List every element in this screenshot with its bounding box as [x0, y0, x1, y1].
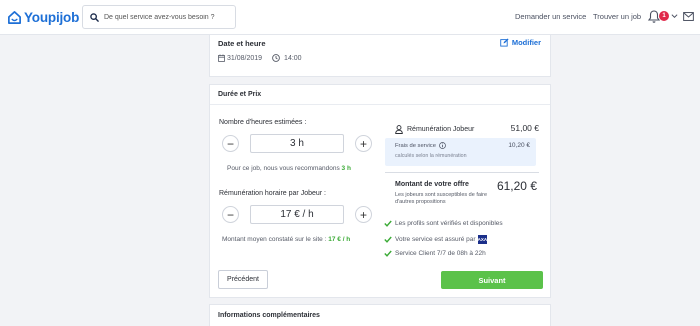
- calendar-icon: [218, 54, 225, 62]
- hours-hint-text: Pour ce job, nous vous recommandons: [227, 165, 340, 172]
- check-icon: [384, 236, 392, 243]
- edit-icon: [500, 38, 509, 47]
- rate-hint-text: Montant moyen constaté sur le site :: [222, 236, 327, 243]
- remuneration-row: Rémunération Jobeur 51,00 €: [395, 123, 539, 135]
- rate-label: Rémunération horaire par Jobeur :: [219, 190, 327, 197]
- logo-text: Youpijob: [24, 9, 80, 25]
- remuneration-label: Rémunération Jobeur: [407, 125, 475, 133]
- mail-icon[interactable]: [683, 12, 694, 21]
- hours-hint-value: 3 h: [341, 165, 351, 172]
- offer-label: Montant de votre offre: [395, 181, 469, 188]
- logo[interactable]: Youpijob: [7, 8, 79, 26]
- check-text-insurance: Votre service est assuré par: [395, 236, 476, 243]
- rate-decrement-button[interactable]: −: [222, 206, 239, 223]
- check-text-profiles: Les profils sont vérifiés et disponibles: [395, 220, 503, 227]
- service-fees-box: Frais de service calculés selon la rémun…: [385, 138, 536, 166]
- next-button[interactable]: Suivant: [441, 271, 543, 289]
- rate-value-field[interactable]: 17 € / h: [250, 205, 344, 224]
- search-box[interactable]: [82, 5, 236, 29]
- edit-date-button[interactable]: Modifier: [500, 38, 541, 47]
- check-item-profiles: Les profils sont vérifiés et disponibles: [384, 220, 503, 227]
- hours-label: Nombre d'heures estimées :: [219, 119, 307, 126]
- check-icon: [384, 250, 392, 257]
- nav-request-service[interactable]: Demander un service: [515, 12, 586, 21]
- chevron-down-icon[interactable]: [671, 12, 678, 20]
- service-fees-amount: 10,20 €: [508, 142, 530, 149]
- hours-increment-button[interactable]: +: [355, 135, 372, 152]
- notification-badge: 1: [659, 11, 669, 21]
- check-item-insurance: Votre service est assuré par AXA: [384, 235, 487, 244]
- additional-info-title: Informations complémentaires: [218, 312, 320, 319]
- offer-sub: Les jobeurs sont susceptibles de faire d…: [395, 192, 488, 205]
- date-time-card: Date et heure Modifier 31/08/2019 14:00: [209, 35, 551, 77]
- time-value: 14:00: [284, 54, 302, 62]
- duration-price-title: Durée et Prix: [218, 91, 262, 98]
- info-icon[interactable]: [439, 142, 446, 149]
- edit-date-label: Modifier: [511, 38, 541, 47]
- hours-value-field[interactable]: 3 h: [250, 134, 344, 153]
- check-icon: [384, 220, 392, 227]
- clock-icon: [272, 54, 280, 62]
- date-time-row: 31/08/2019 14:00: [218, 54, 302, 62]
- search-input[interactable]: [104, 13, 234, 21]
- rate-increment-button[interactable]: +: [355, 206, 372, 223]
- date-time-title: Date et heure: [218, 39, 266, 48]
- hours-recommendation: Pour ce job, nous vous recommandons 3 h: [227, 165, 351, 172]
- duration-price-header: Durée et Prix: [210, 85, 550, 105]
- date-value: 31/08/2019: [227, 54, 263, 62]
- search-icon: [90, 12, 99, 22]
- user-icon: [395, 124, 403, 134]
- service-fees-label: Frais de service: [395, 142, 436, 149]
- check-text-support: Service Client 7/7 de 08h à 22h: [395, 250, 486, 257]
- service-fees-label-row: Frais de service: [395, 142, 446, 149]
- top-bar: Youpijob Demander un service Trouver un …: [0, 0, 700, 35]
- service-fees-sub: calculés selon la rémunération: [395, 153, 467, 159]
- summary-divider: [385, 172, 539, 173]
- remuneration-amount: 51,00 €: [510, 123, 539, 133]
- rate-hint-value: 17 € / h: [328, 236, 351, 243]
- rate-average: Montant moyen constaté sur le site : 17 …: [222, 236, 350, 243]
- house-icon: [8, 10, 21, 24]
- additional-info-card: Informations complémentaires: [209, 304, 551, 326]
- insurer-logo: AXA: [477, 235, 488, 244]
- duration-price-card: Durée et Prix Nombre d'heures estimées :…: [209, 84, 551, 298]
- nav-find-job[interactable]: Trouver un job: [593, 12, 641, 21]
- offer-amount: 61,20 €: [496, 179, 537, 193]
- check-item-support: Service Client 7/7 de 08h à 22h: [384, 250, 486, 257]
- hours-decrement-button[interactable]: −: [222, 135, 239, 152]
- previous-button[interactable]: Précédent: [218, 270, 268, 289]
